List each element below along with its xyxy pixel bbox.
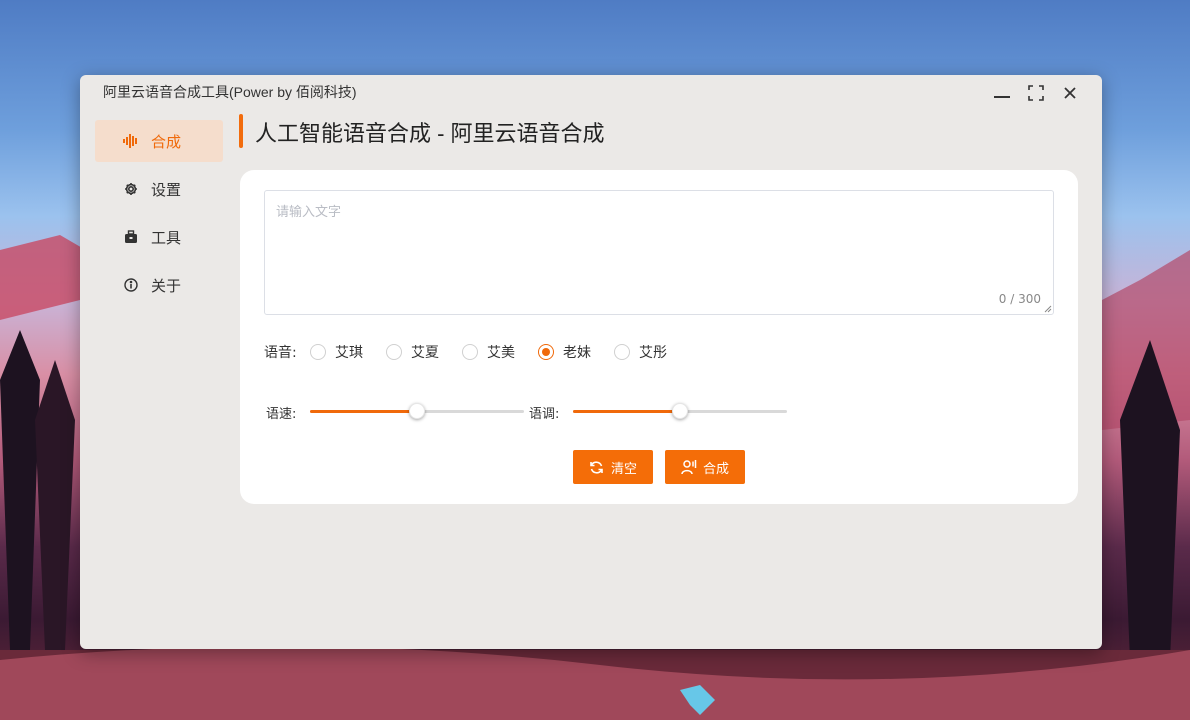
voice-option-label: 艾美 bbox=[487, 345, 515, 361]
slider-handle[interactable] bbox=[409, 403, 425, 419]
voice-option-label: 艾夏 bbox=[411, 345, 439, 361]
voice-option-aixia[interactable]: 艾夏 bbox=[386, 342, 439, 362]
synthesis-card: 请输入文字 0 / 300 语音: 艾琪 艾夏 艾美 老妹 艾彤 语速: 语调:… bbox=[240, 170, 1078, 504]
voice-option-aiqi[interactable]: 艾琪 bbox=[310, 342, 363, 362]
pitch-slider[interactable] bbox=[573, 403, 787, 419]
voice-option-label: 艾琪 bbox=[335, 345, 363, 361]
text-input[interactable]: 请输入文字 0 / 300 bbox=[264, 190, 1054, 315]
sidebar-item-synthesize[interactable]: 合成 bbox=[95, 120, 223, 162]
synthesize-button[interactable]: 合成 bbox=[665, 450, 745, 484]
radio-circle[interactable] bbox=[386, 344, 402, 360]
fullscreen-icon bbox=[1028, 85, 1044, 101]
sidebar-item-about[interactable]: 关于 bbox=[95, 264, 223, 306]
radio-circle-selected[interactable] bbox=[538, 344, 554, 360]
voice-option-aitong[interactable]: 艾彤 bbox=[614, 342, 667, 362]
close-icon bbox=[1064, 87, 1076, 99]
page-title-accent bbox=[239, 114, 243, 148]
sidebar-item-label: 设置 bbox=[151, 180, 182, 199]
slider-handle[interactable] bbox=[672, 403, 688, 419]
page-title: 人工智能语音合成 - 阿里云语音合成 bbox=[255, 121, 605, 146]
pitch-label: 语调: bbox=[529, 407, 560, 422]
minimize-button[interactable] bbox=[991, 83, 1013, 103]
sidebar-item-label: 合成 bbox=[151, 132, 182, 151]
char-counter: 0 / 300 bbox=[998, 292, 1041, 306]
clear-button[interactable]: 清空 bbox=[573, 450, 653, 484]
voice-option-laomei[interactable]: 老妹 bbox=[538, 342, 591, 362]
toolbox-icon bbox=[123, 229, 139, 245]
voice-option-label: 艾彤 bbox=[639, 345, 667, 361]
sidebar-item-settings[interactable]: 设置 bbox=[95, 168, 223, 210]
gear-icon bbox=[123, 181, 139, 197]
clear-button-label: 清空 bbox=[610, 461, 637, 477]
refresh-icon bbox=[589, 459, 605, 475]
voice-label: 语音: bbox=[264, 345, 297, 361]
voice-option-label: 老妹 bbox=[563, 345, 591, 361]
speed-slider[interactable] bbox=[310, 403, 524, 419]
soundwave-icon bbox=[123, 133, 139, 149]
sidebar-item-label: 关于 bbox=[151, 276, 182, 295]
window-title: 阿里云语音合成工具(Power by 佰阅科技) bbox=[103, 84, 357, 100]
voice-option-aimei[interactable]: 艾美 bbox=[462, 342, 515, 362]
text-input-placeholder: 请输入文字 bbox=[276, 205, 342, 220]
resize-grip-icon[interactable] bbox=[1044, 305, 1052, 313]
synthesize-button-label: 合成 bbox=[702, 461, 729, 477]
radio-circle[interactable] bbox=[614, 344, 630, 360]
minimize-icon bbox=[994, 96, 1010, 98]
slider-fill bbox=[573, 410, 680, 413]
maximize-button[interactable] bbox=[1025, 83, 1047, 103]
radio-circle[interactable] bbox=[462, 344, 478, 360]
sidebar-item-tools[interactable]: 工具 bbox=[95, 216, 223, 258]
speed-label: 语速: bbox=[266, 407, 297, 422]
slider-fill bbox=[310, 410, 417, 413]
close-button[interactable] bbox=[1059, 83, 1081, 103]
radio-circle[interactable] bbox=[310, 344, 326, 360]
app-window: 阿里云语音合成工具(Power by 佰阅科技) 合成 设置 工具 关于 人工智… bbox=[80, 75, 1102, 649]
sidebar-item-label: 工具 bbox=[151, 228, 182, 247]
info-icon bbox=[123, 277, 139, 293]
voice-user-icon bbox=[681, 459, 697, 475]
